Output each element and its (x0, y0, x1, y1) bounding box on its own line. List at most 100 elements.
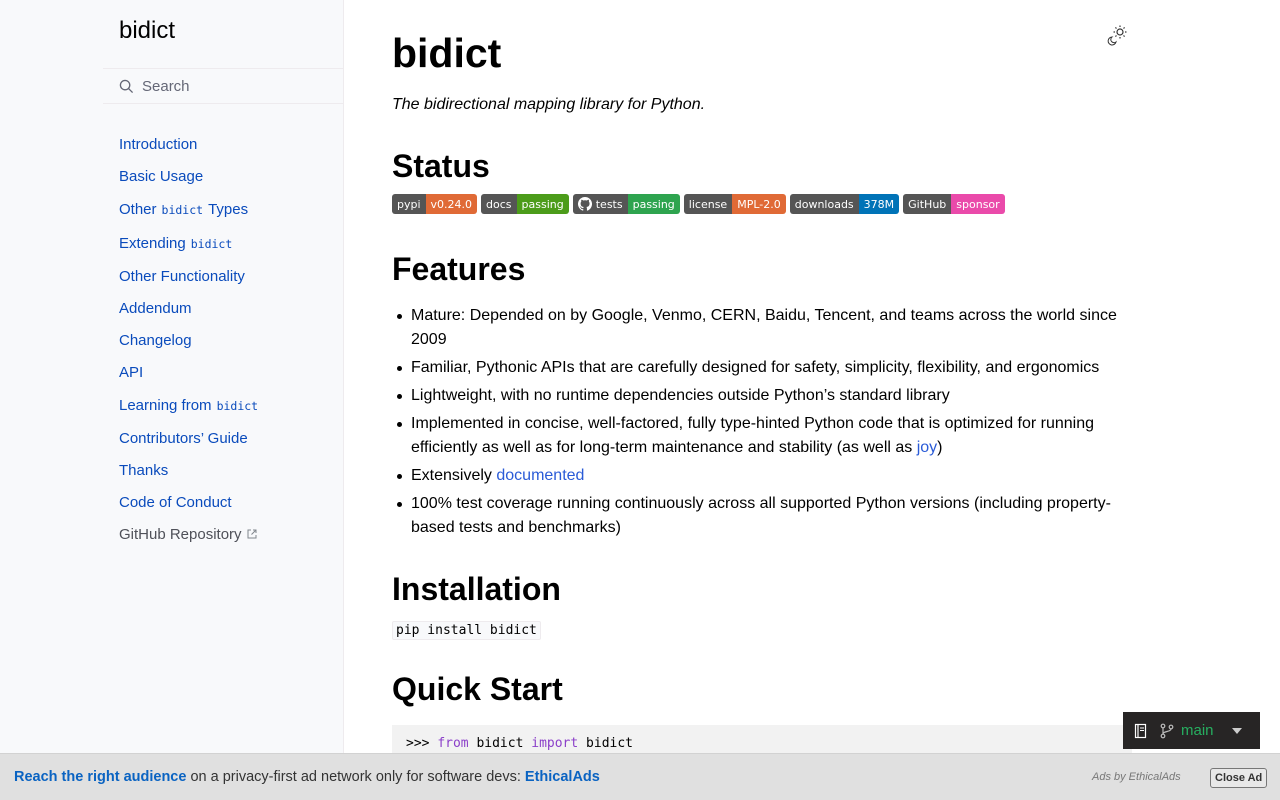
sidebar-link[interactable]: Learning from bidict (119, 397, 263, 414)
list-item: Implemented in concise, well-factored, f… (392, 412, 1132, 460)
code-name: bidict (586, 736, 634, 751)
code-keyword: from (437, 736, 469, 751)
sidebar-link[interactable]: API (119, 364, 143, 381)
sidebar-link[interactable]: Other bidict Types (119, 201, 248, 218)
page-title: bidict (392, 30, 502, 76)
feature-text: Implemented in concise, well-factored, f… (411, 415, 1095, 456)
close-ad-button[interactable]: Close Ad (1210, 768, 1268, 788)
badge-value: sponsor (951, 194, 1005, 214)
badge-value: 378M (858, 194, 900, 214)
brand-title[interactable]: bidict (119, 17, 175, 45)
joy-link[interactable]: joy (917, 439, 937, 456)
sidebar-link-code: bidict (190, 237, 233, 251)
quickstart-heading: Quick Start (392, 671, 563, 707)
documented-link[interactable]: documented (496, 467, 584, 484)
badge-label-wrap: tests (572, 194, 628, 214)
sidebar-item-basic-usage[interactable]: Basic Usage (119, 160, 263, 192)
feature-text: Lightweight, with no runtime dependencie… (411, 387, 950, 404)
sidebar-item-thanks[interactable]: Thanks (119, 454, 263, 486)
pypi-badge[interactable]: pypi v0.24.0 (392, 194, 478, 214)
feature-text-after: ) (937, 439, 943, 456)
sidebar-link-text: Types (208, 200, 249, 218)
tagline: The bidirectional mapping library for Py… (392, 96, 706, 113)
list-item: Familiar, Pythonic APIs that are careful… (392, 356, 1132, 380)
github-icon (577, 197, 592, 211)
sidebar-link-code: bidict (161, 203, 204, 217)
git-branch-icon (1160, 723, 1174, 738)
features-heading: Features (392, 251, 526, 287)
feature-text: 100% test coverage running continuously … (411, 495, 1111, 536)
sidebar-link-text: Learning from (119, 396, 212, 414)
book-icon (1134, 723, 1147, 738)
sidebar-link[interactable]: GitHub Repository (119, 526, 257, 543)
ad-text: on a privacy-first ad network only for s… (186, 769, 525, 785)
ad-brand-link[interactable]: EthicalAds (525, 769, 600, 785)
sidebar-link[interactable]: Contributors’ Guide (119, 430, 248, 447)
sidebar-link-text: Extending (119, 234, 186, 252)
sidebar-nav: Introduction Basic Usage Other bidict Type… (119, 128, 263, 550)
ad-headline-link[interactable]: Reach the right audience (14, 769, 186, 785)
status-heading: Status (392, 148, 490, 184)
docs-badge[interactable]: docs passing (481, 194, 569, 214)
installation-heading: Installation (392, 571, 561, 607)
badge-value: MPL-2.0 (732, 194, 786, 214)
sidebar: bidict Introduction Basic Usage Other bid… (103, 0, 343, 800)
search-icon (119, 79, 134, 93)
sidebar-link[interactable]: Extending bidict (119, 235, 237, 252)
badge-label: docs (481, 194, 517, 214)
badge-row: pypi v0.24.0 docs passing tests passing lic… (392, 194, 1005, 214)
list-item: Extensively documented (392, 464, 1132, 488)
sidebar-item-addendum[interactable]: Addendum (119, 292, 263, 324)
badge-value: passing (627, 194, 680, 214)
sidebar-link[interactable]: Basic Usage (119, 168, 203, 185)
search-input[interactable] (142, 77, 332, 95)
list-item: Mature: Depended on by Google, Venmo, CE… (392, 304, 1132, 352)
sidebar-item-introduction[interactable]: Introduction (119, 128, 263, 160)
badge-label: downloads (789, 194, 859, 214)
feature-text: Familiar, Pythonic APIs that are careful… (411, 359, 1100, 376)
sidebar-item-changelog[interactable]: Changelog (119, 324, 263, 356)
sponsor-badge[interactable]: GitHub sponsor (903, 194, 1005, 214)
tests-badge[interactable]: tests passing (572, 194, 680, 214)
sidebar-item-code-of-conduct[interactable]: Code of Conduct (119, 486, 263, 518)
ad-attribution[interactable]: Ads by EthicalAds (1092, 771, 1181, 783)
badge-label: GitHub (903, 194, 952, 214)
install-command: pip install bidict (392, 621, 541, 640)
caret-down-icon (1231, 727, 1242, 734)
sidebar-item-api[interactable]: API (119, 356, 263, 388)
sidebar-link-text: Other (119, 200, 157, 218)
feature-text: Mature: Depended on by Google, Venmo, CE… (411, 307, 1117, 348)
badge-label: license (683, 194, 733, 214)
sidebar-link[interactable]: Other Functionality (119, 268, 245, 285)
sidebar-link[interactable]: Introduction (119, 136, 197, 153)
downloads-badge[interactable]: downloads 378M (789, 194, 900, 214)
badge-value: v0.24.0 (425, 194, 478, 214)
code-module: bidict (476, 736, 524, 751)
license-badge[interactable]: license MPL-2.0 (683, 194, 786, 214)
sidebar-item-learning-from[interactable]: Learning from bidict (119, 388, 263, 422)
list-item: 100% test coverage running continuously … (392, 492, 1132, 540)
code-prompt: >>> (406, 736, 430, 751)
list-item: Lightweight, with no runtime dependencie… (392, 384, 1132, 408)
theme-toggle-icon[interactable] (1107, 24, 1129, 46)
version-switcher[interactable]: main (1123, 712, 1260, 749)
sidebar-link[interactable]: Changelog (119, 332, 192, 349)
sidebar-item-github-repository[interactable]: GitHub Repository (119, 518, 263, 550)
sidebar-link-code: bidict (216, 399, 259, 413)
ad-banner: Reach the right audience on a privacy-fi… (0, 753, 1280, 800)
sidebar-item-contributors-guide[interactable]: Contributors’ Guide (119, 422, 263, 454)
feature-text: Extensively (411, 467, 497, 484)
badge-value: passing (516, 194, 569, 214)
sidebar-item-extending[interactable]: Extending bidict (119, 226, 263, 260)
sidebar-link[interactable]: Code of Conduct (119, 494, 232, 511)
sidebar-item-other-types[interactable]: Other bidict Types (119, 192, 263, 226)
search-box[interactable] (103, 68, 343, 104)
code-keyword: import (531, 736, 579, 751)
sidebar-item-other-functionality[interactable]: Other Functionality (119, 260, 263, 292)
sidebar-link[interactable]: Addendum (119, 300, 192, 317)
sidebar-link[interactable]: Thanks (119, 462, 168, 479)
badge-label: tests (595, 197, 623, 211)
version-label: main (1181, 722, 1214, 739)
features-list: Mature: Depended on by Google, Venmo, CE… (392, 304, 1132, 544)
badge-label: pypi (392, 194, 426, 214)
